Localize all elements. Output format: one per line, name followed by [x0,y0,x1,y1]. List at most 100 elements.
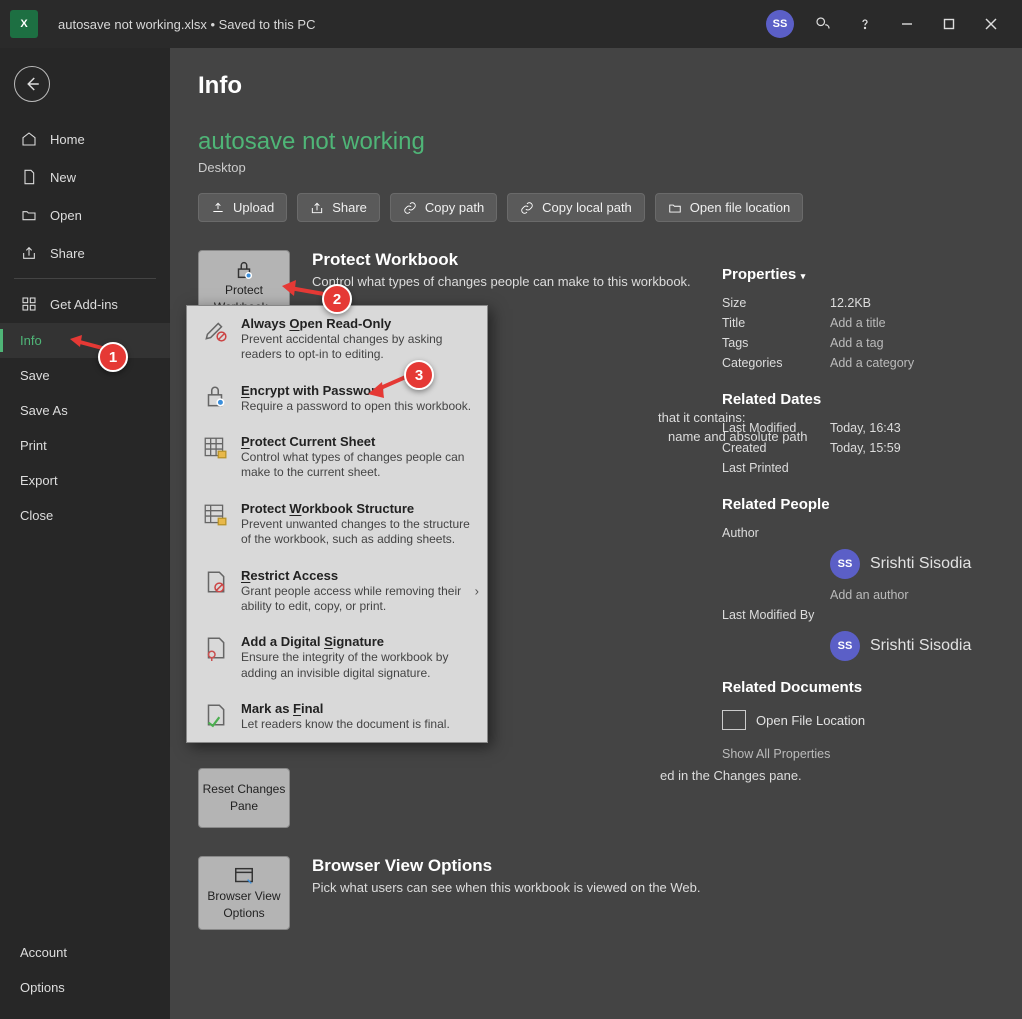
changes-hint: ed in the Changes pane. [660,768,802,783]
nav-home[interactable]: Home [0,120,170,158]
titlebar: X autosave not working.xlsx • Saved to t… [0,0,1022,48]
nav-addins-label: Get Add-ins [50,297,118,312]
final-icon [201,701,229,729]
related-people-heading: Related People [722,496,992,513]
share-icon [20,244,38,262]
folder-icon [668,201,682,215]
browser-title: Browser View Options [312,856,701,876]
close-button[interactable] [970,4,1012,44]
last-modified-value: Today, 16:43 [830,421,901,435]
nav-print-label: Print [20,438,47,453]
nav-share[interactable]: Share [0,234,170,272]
doc-location: Desktop [198,160,994,175]
chevron-right-icon: › [475,583,479,598]
titlebar-save-state: Saved to this PC [219,17,316,32]
author-name: Srishti Sisodia [870,555,971,573]
protect-btn-l1: Protect [225,284,263,298]
lock-icon [233,259,255,281]
addins-icon [20,295,38,313]
annotation-marker-1: 1 [98,342,128,372]
annotation-arrow-2 [278,280,328,304]
help-icon[interactable] [844,4,886,44]
browser-btn-l2: Options [223,907,264,921]
nav-saveas-label: Save As [20,403,68,418]
link-icon [403,201,417,215]
add-author[interactable]: Add an author [830,588,909,602]
open-file-location-link[interactable]: Open File Location [722,710,992,730]
created-value: Today, 15:59 [830,441,901,455]
open-loc-label: Open file location [690,200,790,215]
nav-save-label: Save [20,368,50,383]
title-value[interactable]: Add a title [830,316,886,330]
browser-view-section: Browser View Options Browser View Option… [198,856,701,930]
nav-options-label: Options [20,980,65,995]
back-button[interactable] [14,66,50,102]
open-file-location-button[interactable]: Open file location [655,193,803,222]
copy-path-button[interactable]: Copy path [390,193,497,222]
nav-print[interactable]: Print [0,428,170,463]
nav-home-label: Home [50,132,85,147]
open-file-location-label: Open File Location [756,713,865,728]
link-icon [520,201,534,215]
protect-workbook-dropdown: Always Open Read-OnlyPrevent accidental … [186,305,488,743]
lock-key-icon [201,383,229,411]
nav-close[interactable]: Close [0,498,170,533]
dd-digital-signature[interactable]: Add a Digital SignatureEnsure the integr… [187,624,487,691]
share-button[interactable]: Share [297,193,380,222]
categories-value[interactable]: Add a category [830,356,914,370]
copy-path-label: Copy path [425,200,484,215]
browser-btn-l1: Browser View [207,890,280,904]
comments-icon[interactable] [802,4,844,44]
dd-encrypt-password[interactable]: Encrypt with PasswordRequire a password … [187,373,487,424]
nav-open[interactable]: Open [0,196,170,234]
nav-share-label: Share [50,246,85,261]
nav-new[interactable]: New [0,158,170,196]
annotation-marker-3: 3 [404,360,434,390]
related-documents-heading: Related Documents [722,679,992,696]
browser-view-button[interactable]: Browser View Options [198,856,290,930]
properties-panel: Properties ▾ Size12.2KB TitleAdd a title… [722,266,992,764]
properties-heading[interactable]: Properties ▾ [722,266,992,283]
excel-app-icon: X [10,10,38,38]
dd-protect-structure[interactable]: Protect Workbook StructurePrevent unwant… [187,491,487,558]
nav-account[interactable]: Account [0,935,170,970]
nav-export[interactable]: Export [0,463,170,498]
upload-button[interactable]: Upload [198,193,287,222]
upload-label: Upload [233,200,274,215]
user-avatar[interactable]: SS [766,10,794,38]
nav-save[interactable]: Save [0,358,170,393]
related-dates-heading: Related Dates [722,391,992,408]
nav-options[interactable]: Options [0,970,170,1005]
page-title: Info [198,72,994,100]
nav-saveas[interactable]: Save As [0,393,170,428]
action-row: Upload Share Copy path Copy local path O… [198,193,994,222]
dd-read-only[interactable]: Always Open Read-OnlyPrevent accidental … [187,306,487,373]
tags-value[interactable]: Add a tag [830,336,884,350]
browser-icon [233,865,255,887]
upload-icon [211,201,225,215]
reset-changes-l2: Pane [230,800,258,814]
dd-mark-final[interactable]: Mark as FinalLet readers know the docume… [187,691,487,742]
file-icon [20,168,38,186]
copy-local-path-button[interactable]: Copy local path [507,193,645,222]
dd-protect-sheet[interactable]: Protect Current SheetControl what types … [187,424,487,491]
minimize-button[interactable] [886,4,928,44]
browser-desc: Pick what users can see when this workbo… [312,880,701,895]
author-avatar: SS [830,549,860,579]
modifier-avatar: SS [830,631,860,661]
modifier-name: Srishti Sisodia [870,637,971,655]
maximize-button[interactable] [928,4,970,44]
pencil-block-icon [201,316,229,344]
folder-open-icon [20,206,38,224]
workbook-lock-icon [201,501,229,529]
dd-restrict-access[interactable]: Restrict AccessGrant people access while… [187,558,487,625]
restrict-icon [201,568,229,596]
created-label: Created [722,441,830,455]
reset-changes-button[interactable]: Reset Changes Pane [198,768,290,828]
titlebar-sep: • [207,17,219,32]
nav-addins[interactable]: Get Add-ins [0,285,170,323]
share-icon [310,201,324,215]
tags-label: Tags [722,336,830,350]
home-icon [20,130,38,148]
show-all-properties[interactable]: Show All Properties [722,747,830,761]
